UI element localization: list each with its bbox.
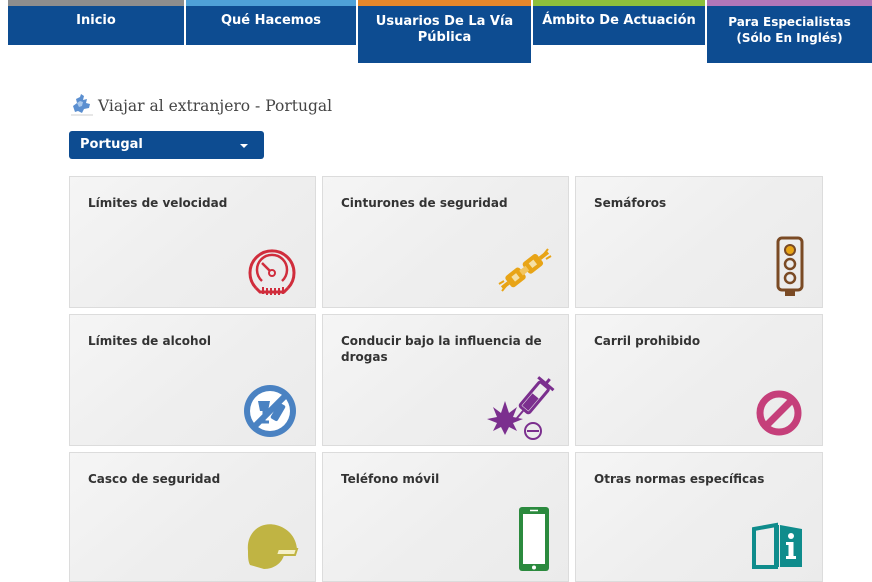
tile-prohibited-lane[interactable]: Carril prohibido	[575, 314, 823, 446]
nav-tab-color-stripe	[358, 0, 531, 6]
nav-tab-color-stripe	[533, 0, 705, 6]
europe-map-icon	[71, 94, 93, 116]
tile-title: Límites de alcohol	[88, 334, 211, 348]
nav-tab-label: Inicio	[76, 13, 116, 28]
tile-title: Casco de seguridad	[88, 472, 221, 486]
nav-tab-label: Qué Hacemos	[220, 13, 322, 28]
tile-title: Cinturones de seguridad	[341, 196, 508, 210]
tile-traffic-lights[interactable]: Semáforos	[575, 176, 823, 308]
page-root: Inicio Qué Hacemos Usuarios De La Vía Pú…	[0, 0, 872, 582]
nav-tab-color-stripe	[186, 0, 356, 6]
tile-alcohol-limits[interactable]: Límites de alcohol	[69, 314, 316, 446]
tile-title: Semáforos	[594, 196, 667, 210]
tile-speed-limits[interactable]: Límites de velocidad	[69, 176, 316, 308]
tile-title: Carril prohibido	[594, 334, 701, 348]
caret-down-icon	[240, 144, 248, 148]
nav-tab-label: Para Especialistas (Sólo En Inglés)	[728, 15, 851, 45]
drugs-syringe-icon	[487, 376, 555, 440]
page-heading: Viajar al extranjero - Portugal	[69, 84, 332, 116]
traffic-light-icon	[776, 236, 804, 296]
nav-tab-ambito[interactable]: Ámbito De Actuación	[533, 0, 705, 45]
info-book-icon	[752, 522, 802, 569]
nav-tab-especialistas[interactable]: Para Especialistas (Sólo En Inglés)	[707, 0, 872, 63]
page-title: Viajar al extranjero - Portugal	[98, 97, 333, 115]
tile-mobile-phone[interactable]: Teléfono móvil	[322, 452, 569, 582]
tile-title: Conducir bajo la influencia de drogas	[341, 334, 542, 364]
nav-tab-usuarios[interactable]: Usuarios De La Vía Pública	[358, 0, 531, 63]
speedometer-icon	[248, 249, 296, 295]
prohibited-icon	[756, 390, 802, 436]
nav-tab-color-stripe	[707, 0, 872, 6]
tile-drug-driving[interactable]: Conducir bajo la influencia de drogas	[322, 314, 569, 446]
tile-title: Teléfono móvil	[341, 472, 440, 486]
nav-tab-que-hacemos[interactable]: Qué Hacemos	[186, 0, 356, 45]
mobile-phone-icon	[519, 507, 549, 571]
tile-safety-helmet[interactable]: Casco de seguridad	[69, 452, 316, 582]
nav-tab-label: Ámbito De Actuación	[542, 13, 696, 28]
nav-tab-color-stripe	[8, 0, 184, 6]
country-select-value: Portugal	[80, 137, 143, 152]
seatbelt-buckle-icon	[498, 248, 552, 292]
country-select[interactable]: Portugal	[69, 131, 264, 159]
nav-tab-inicio[interactable]: Inicio	[8, 0, 184, 45]
tile-other-rules[interactable]: Otras normas específicas	[575, 452, 823, 582]
helmet-icon	[247, 524, 299, 569]
tile-title: Límites de velocidad	[88, 196, 228, 210]
no-alcohol-icon	[244, 385, 296, 437]
nav-tab-label: Usuarios De La Vía Pública	[375, 14, 514, 45]
tile-seatbelts[interactable]: Cinturones de seguridad	[322, 176, 569, 308]
tile-title: Otras normas específicas	[594, 472, 765, 486]
